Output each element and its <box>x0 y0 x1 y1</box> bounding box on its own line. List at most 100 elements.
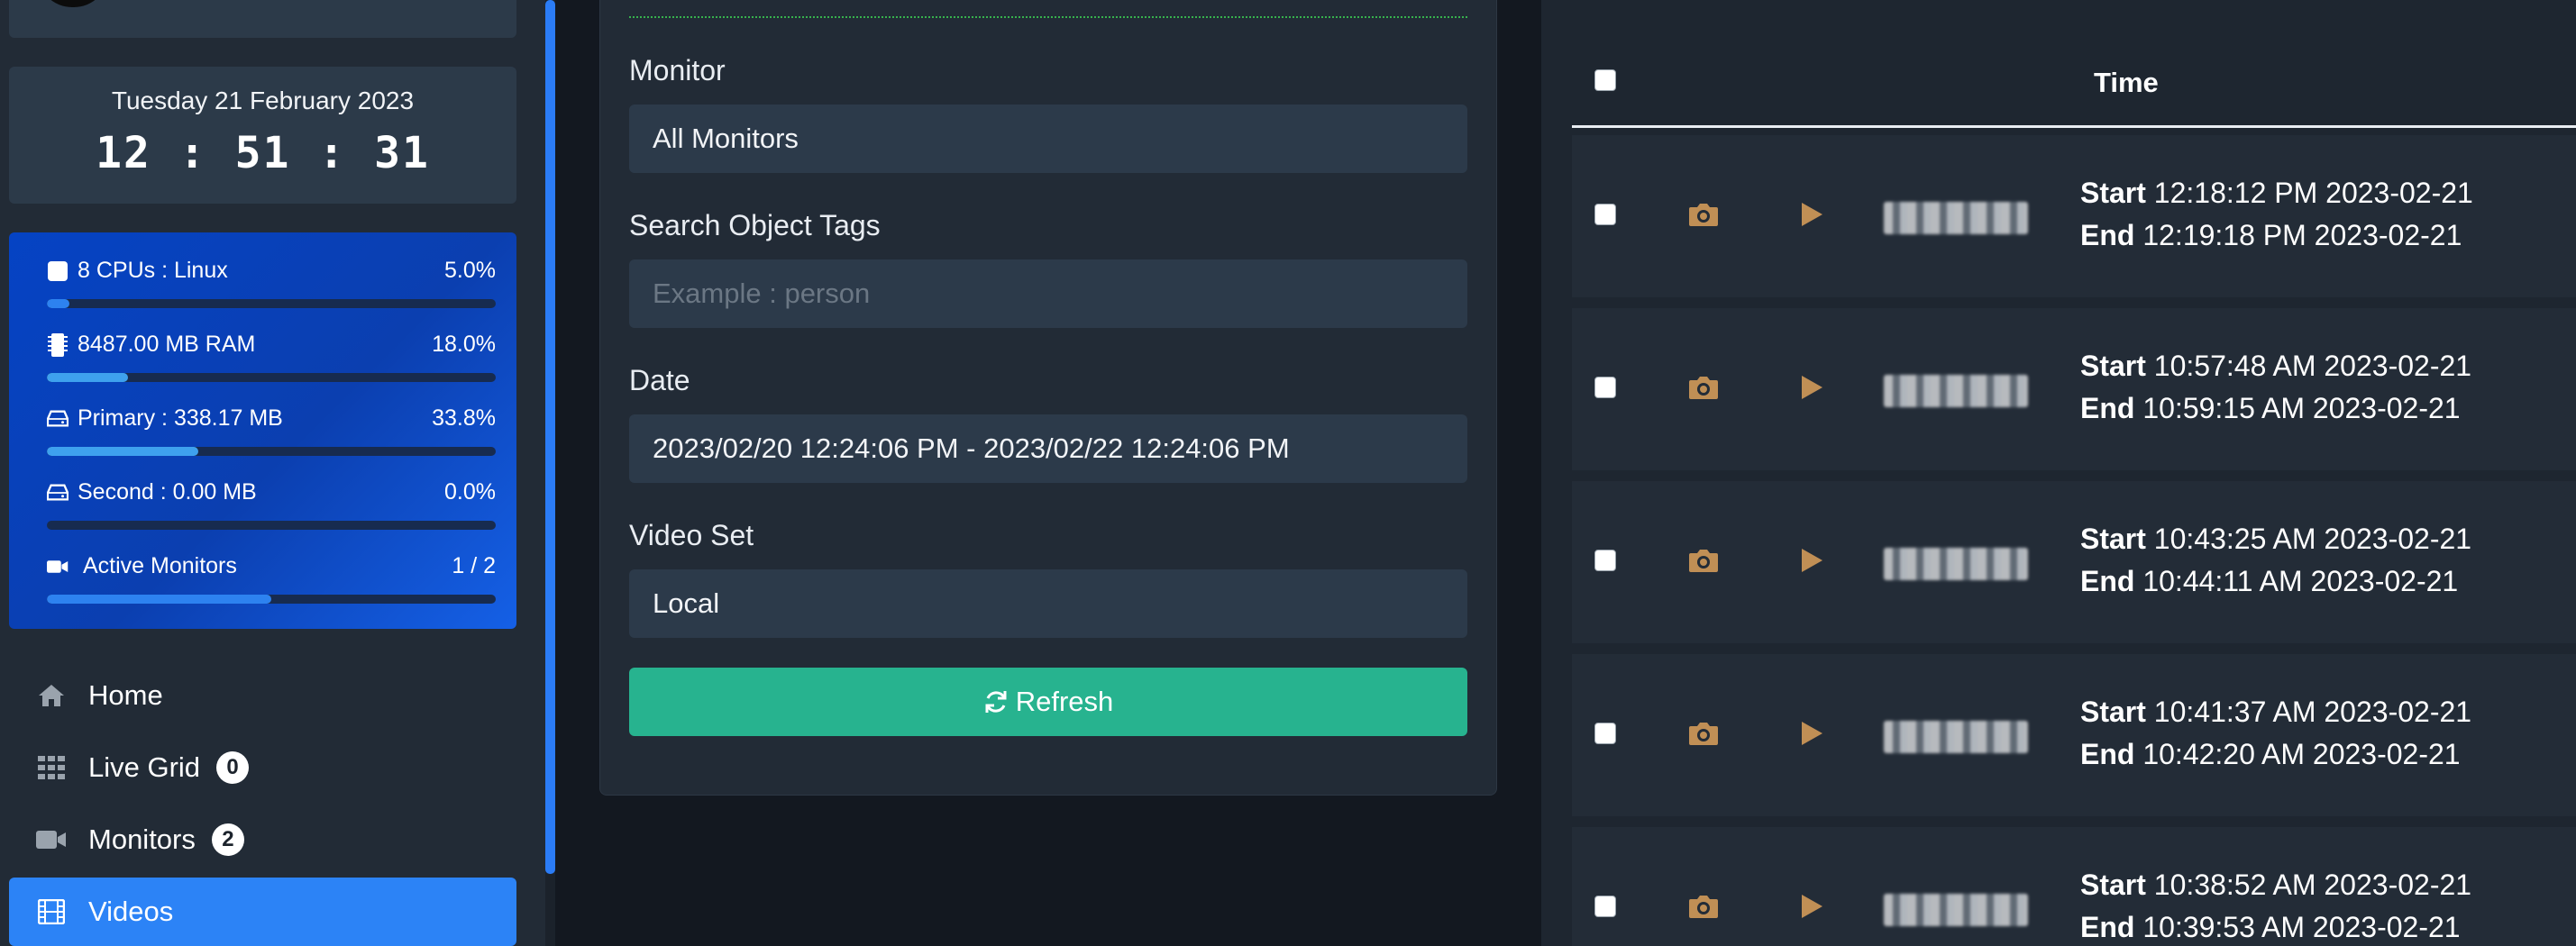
stat-progress-bar <box>47 521 496 530</box>
stat-progress-bar <box>47 447 496 456</box>
nav-item-videos[interactable]: Videos <box>9 878 516 946</box>
stat-progress-bar <box>47 299 496 308</box>
refresh-label: Refresh <box>1015 686 1114 717</box>
video-thumbnail[interactable] <box>1884 548 2028 580</box>
sidebar-scrollbar-thumb[interactable] <box>545 0 555 874</box>
stat-progress-fill <box>47 299 69 308</box>
stat-secondary-storage: Second : 0.00 MB 0.0% <box>38 474 496 537</box>
start-label: Start <box>2080 869 2146 901</box>
play-icon[interactable] <box>1798 720 1825 747</box>
hard-drive-icon <box>47 481 69 505</box>
stat-label: Active Monitors <box>83 553 237 578</box>
stat-value: 5.0% <box>444 258 496 283</box>
film-icon <box>36 896 67 927</box>
grid-icon <box>36 752 67 783</box>
stat-active-monitors: Active Monitors 1 / 2 <box>38 548 496 611</box>
date-range-input[interactable]: 2023/02/20 12:24:06 PM - 2023/02/22 12:2… <box>629 414 1467 483</box>
stat-primary-storage: Primary : 338.17 MB 33.8% <box>38 400 496 463</box>
date-range-value: 2023/02/20 12:24:06 PM - 2023/02/22 12:2… <box>653 432 1290 464</box>
cpu-icon <box>47 259 69 283</box>
stat-label: 8 CPUs : Linux <box>78 258 228 283</box>
end-label: End <box>2080 738 2135 770</box>
date-label: Date <box>629 364 690 396</box>
play-icon[interactable] <box>1798 893 1825 920</box>
video-set-select[interactable]: Local <box>629 569 1467 638</box>
start-value: 10:41:37 AM 2023-02-21 <box>2153 696 2472 728</box>
camera-icon[interactable] <box>1687 201 1720 228</box>
camera-icon[interactable] <box>1687 374 1720 401</box>
stat-progress-bar <box>47 595 496 604</box>
clock-card: Tuesday 21 February 2023 12 : 51 : 31 <box>9 67 516 204</box>
monitor-select[interactable]: All Monitors <box>629 105 1467 173</box>
nav-label: Videos <box>88 896 174 927</box>
profile-card[interactable] <box>9 0 516 38</box>
end-value: 10:59:15 AM 2023-02-21 <box>2142 392 2461 424</box>
end-time: End 10:39:53 AM 2023-02-21 <box>2080 911 2461 944</box>
row-checkbox[interactable] <box>1594 896 1616 917</box>
nav-item-home[interactable]: Home <box>9 661 516 730</box>
clock-date: Tuesday 21 February 2023 <box>111 86 415 114</box>
video-thumbnail[interactable] <box>1884 375 2028 407</box>
stat-ram: 8487.00 MB RAM 18.0% <box>38 326 496 389</box>
end-value: 12:19:18 PM 2023-02-21 <box>2142 219 2462 251</box>
stat-label: Second : 0.00 MB <box>78 479 257 505</box>
table-row[interactable] <box>1572 654 2576 816</box>
stat-label: 8487.00 MB RAM <box>78 332 256 357</box>
nav-label: Home <box>88 679 163 711</box>
video-camera-icon <box>47 555 69 578</box>
end-label: End <box>2080 911 2135 943</box>
time-column-header[interactable]: Time <box>2094 67 2159 99</box>
stat-value: 1 / 2 <box>452 553 496 578</box>
refresh-button[interactable]: Refresh <box>629 668 1467 736</box>
start-value: 10:43:25 AM 2023-02-21 <box>2153 523 2472 555</box>
start-time: Start 10:41:37 AM 2023-02-21 <box>2080 696 2471 729</box>
table-row[interactable] <box>1572 135 2576 297</box>
monitor-label: Monitor <box>629 54 726 86</box>
start-label: Start <box>2080 696 2146 728</box>
video-set-value: Local <box>653 587 720 619</box>
video-thumbnail[interactable] <box>1884 894 2028 926</box>
start-label: Start <box>2080 350 2146 382</box>
start-label: Start <box>2080 177 2146 209</box>
play-icon[interactable] <box>1798 201 1825 228</box>
start-time: Start 12:18:12 PM 2023-02-21 <box>2080 177 2473 210</box>
end-label: End <box>2080 219 2135 251</box>
end-time: End 12:19:18 PM 2023-02-21 <box>2080 219 2462 252</box>
stat-value: 33.8% <box>432 405 496 431</box>
row-checkbox[interactable] <box>1594 550 1616 571</box>
hard-drive-icon <box>47 407 69 431</box>
table-header <box>1572 45 2576 128</box>
video-thumbnail[interactable] <box>1884 202 2028 234</box>
start-value: 10:38:52 AM 2023-02-21 <box>2153 869 2472 901</box>
start-time: Start 10:38:52 AM 2023-02-21 <box>2080 869 2471 902</box>
end-time: End 10:59:15 AM 2023-02-21 <box>2080 392 2461 425</box>
stat-label: Primary : 338.17 MB <box>78 405 283 431</box>
nav-item-live-grid[interactable]: Live Grid 0 <box>9 733 516 802</box>
video-set-label: Video Set <box>629 519 754 551</box>
table-row[interactable] <box>1572 308 2576 470</box>
camera-icon[interactable] <box>1687 547 1720 574</box>
nav-item-monitors[interactable]: Monitors 2 <box>9 805 516 874</box>
live-grid-count-badge: 0 <box>216 751 250 784</box>
row-checkbox[interactable] <box>1594 204 1616 225</box>
select-all-checkbox[interactable] <box>1594 69 1616 91</box>
refresh-icon <box>985 691 1007 713</box>
table-row[interactable] <box>1572 481 2576 643</box>
play-icon[interactable] <box>1798 374 1825 401</box>
monitor-select-value: All Monitors <box>653 123 799 154</box>
monitors-count-badge: 2 <box>211 823 244 856</box>
memory-icon <box>47 333 69 357</box>
row-checkbox[interactable] <box>1594 377 1616 398</box>
end-time: End 10:44:11 AM 2023-02-21 <box>2080 565 2458 598</box>
clock-time: 12 : 51 : 31 <box>96 128 430 178</box>
video-thumbnail[interactable] <box>1884 721 2028 753</box>
play-icon[interactable] <box>1798 547 1825 574</box>
search-tags-input[interactable] <box>629 259 1467 328</box>
stat-value: 0.0% <box>444 479 496 505</box>
camera-icon[interactable] <box>1687 720 1720 747</box>
start-time: Start 10:43:25 AM 2023-02-21 <box>2080 523 2471 556</box>
camera-icon[interactable] <box>1687 893 1720 920</box>
home-icon <box>36 680 67 711</box>
stat-value: 18.0% <box>432 332 496 357</box>
row-checkbox[interactable] <box>1594 723 1616 744</box>
